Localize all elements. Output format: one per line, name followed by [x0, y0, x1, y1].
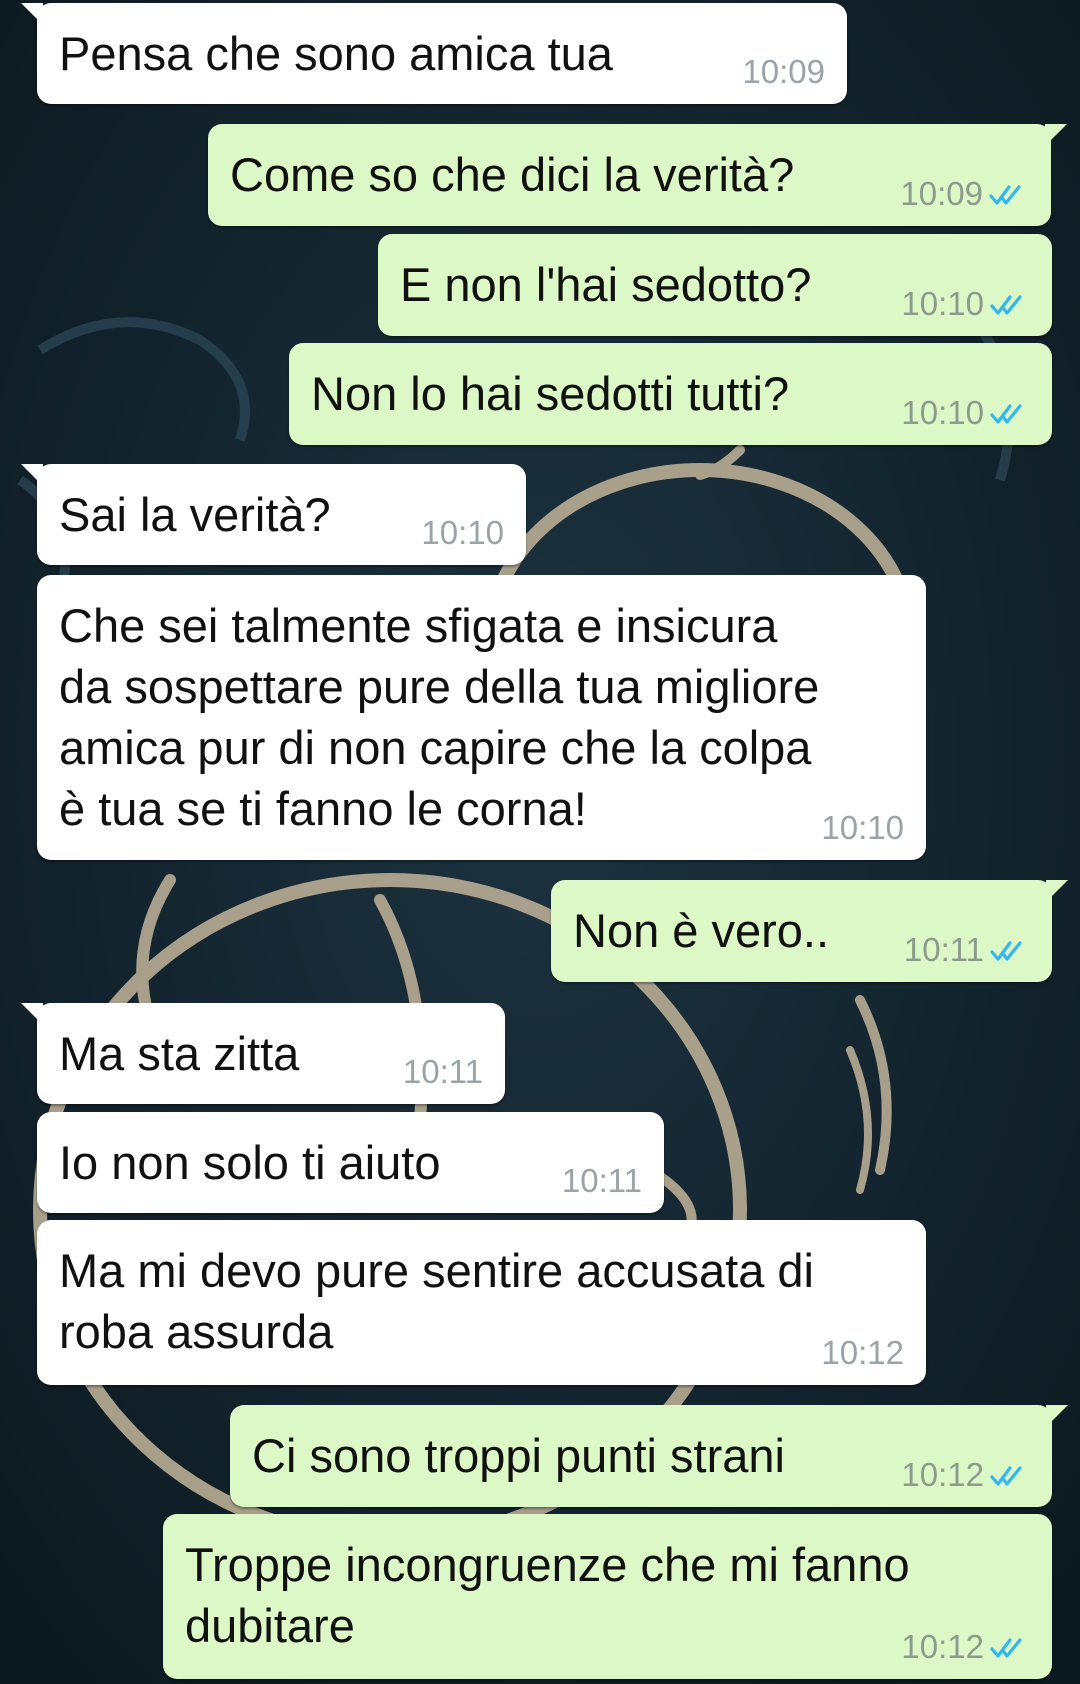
- read-ticks-icon: [990, 938, 1030, 962]
- message-meta: 10:12: [821, 1333, 904, 1373]
- message-meta: 10:11: [403, 1052, 483, 1092]
- message-time: 10:10: [821, 809, 904, 846]
- message-meta: 10:10: [421, 513, 504, 553]
- outgoing-message-bubble[interactable]: Non è vero.. 10:11: [551, 880, 1068, 982]
- message-list[interactable]: Pensa che sono amica tua 10:09 Come so che…: [0, 0, 1080, 1684]
- incoming-message-bubble[interactable]: Ma sta zitta 10:11: [21, 1003, 505, 1104]
- message-meta: 10:10: [901, 284, 1030, 324]
- message-text: Pensa che sono amica tua: [59, 27, 613, 80]
- incoming-message-bubble[interactable]: Pensa che sono amica tua 10:09: [21, 3, 847, 104]
- outgoing-message-bubble[interactable]: Non lo hai sedotti tutti? 10:10: [289, 343, 1052, 445]
- message-time: 10:10: [421, 514, 504, 551]
- incoming-message-bubble[interactable]: Io non solo ti aiuto 10:11: [37, 1112, 664, 1213]
- message-text: Che sei talmente sfigata e insicura da s…: [59, 599, 820, 835]
- outgoing-message-bubble[interactable]: E non l'hai sedotto? 10:10: [378, 234, 1052, 336]
- read-ticks-icon: [990, 292, 1030, 316]
- outgoing-message-bubble[interactable]: Ci sono troppi punti strani 10:12: [230, 1405, 1068, 1507]
- message-meta: 10:09: [900, 174, 1029, 214]
- message-time: 10:09: [742, 53, 825, 90]
- message-time: 10:11: [402, 1053, 483, 1090]
- message-meta: 10:11: [562, 1161, 642, 1201]
- bubble-tail: [21, 1003, 43, 1025]
- bubble-tail: [21, 3, 43, 25]
- read-ticks-icon: [990, 401, 1030, 425]
- message-time: 10:11: [903, 931, 984, 968]
- outgoing-message-bubble[interactable]: Come so che dici la verità? 10:09: [208, 124, 1067, 226]
- message-meta: 10:12: [901, 1455, 1030, 1495]
- read-ticks-icon: [990, 1635, 1030, 1659]
- message-text: Io non solo ti aiuto: [59, 1136, 441, 1189]
- incoming-message-bubble[interactable]: Sai la verità? 10:10: [21, 464, 526, 565]
- read-ticks-icon: [989, 182, 1029, 206]
- message-time: 10:10: [901, 285, 984, 322]
- outgoing-message-bubble[interactable]: Troppe incongruenze che mi fanno dubitar…: [163, 1514, 1052, 1679]
- message-time: 10:09: [900, 175, 983, 212]
- bubble-tail: [1045, 124, 1067, 146]
- bubble-tail: [21, 464, 43, 486]
- message-meta: 10:09: [742, 52, 825, 92]
- message-time: 10:12: [821, 1334, 904, 1371]
- read-ticks-icon: [990, 1463, 1030, 1487]
- message-time: 10:12: [901, 1628, 984, 1665]
- message-meta: 10:10: [901, 393, 1030, 433]
- bubble-tail: [1046, 1405, 1068, 1427]
- message-meta: 10:11: [904, 930, 1030, 970]
- message-meta: 10:12: [901, 1627, 1030, 1667]
- message-text: Ma mi devo pure sentire accusata di roba…: [59, 1244, 814, 1358]
- incoming-message-bubble[interactable]: Che sei talmente sfigata e insicura da s…: [37, 575, 926, 860]
- incoming-message-bubble[interactable]: Ma mi devo pure sentire accusata di roba…: [37, 1220, 926, 1385]
- message-meta: 10:10: [821, 808, 904, 848]
- message-time: 10:11: [561, 1162, 642, 1199]
- bubble-tail: [1046, 880, 1068, 902]
- message-time: 10:12: [901, 1456, 984, 1493]
- message-time: 10:10: [901, 394, 984, 431]
